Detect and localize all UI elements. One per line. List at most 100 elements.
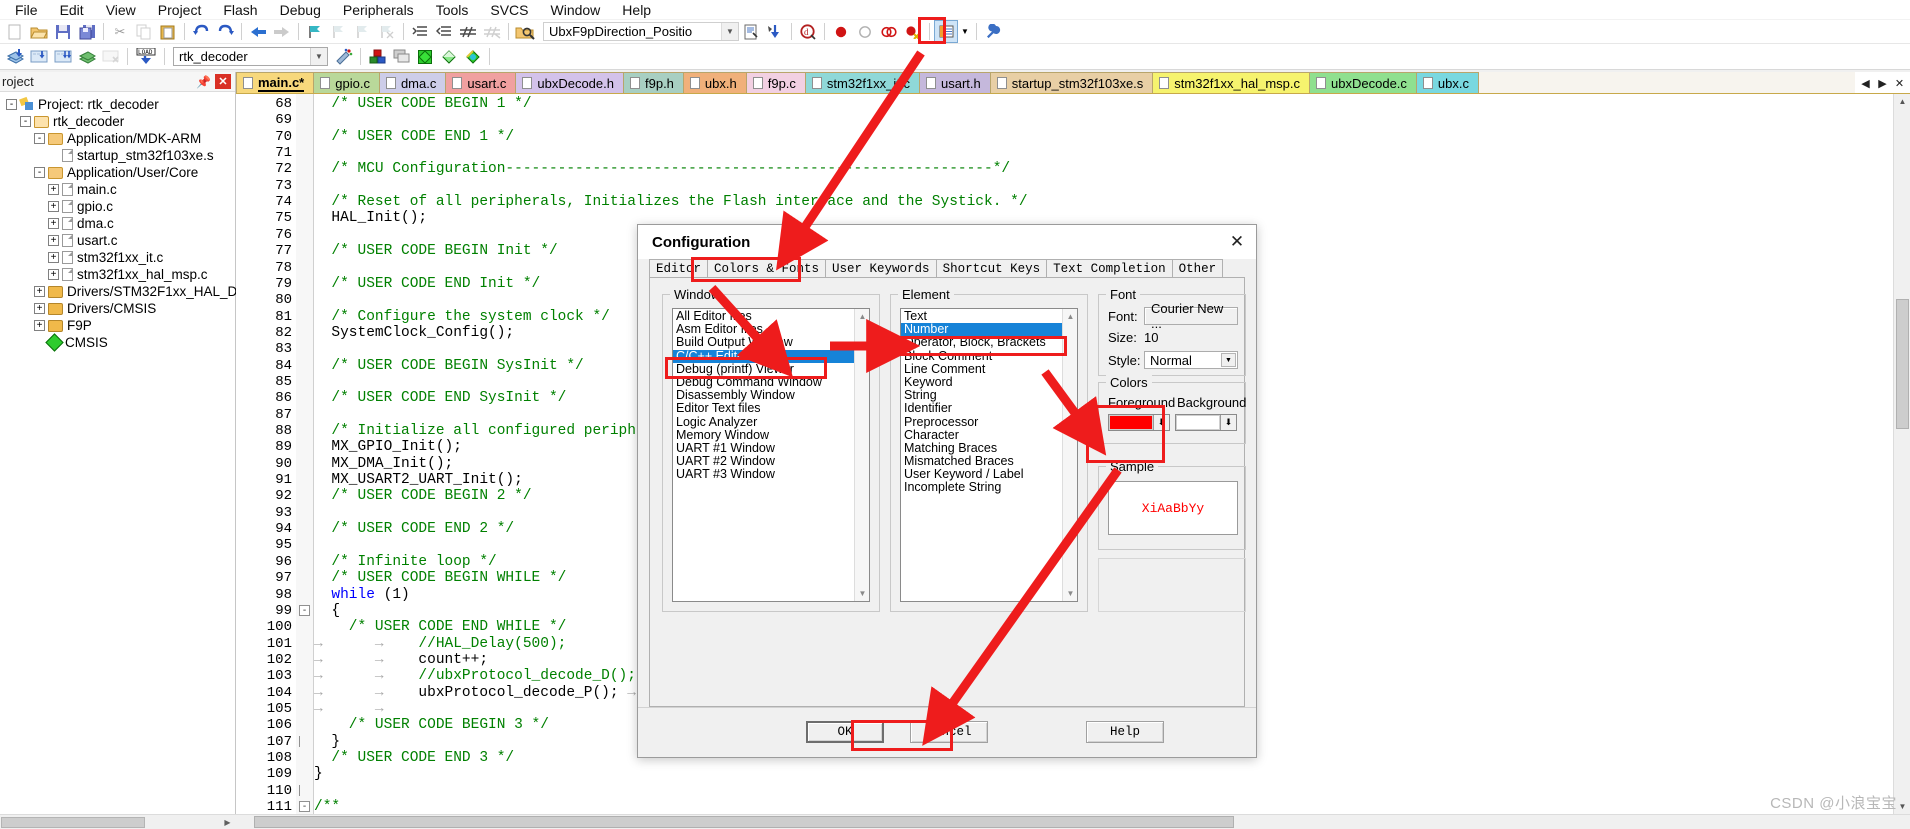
editor-tab[interactable]: f9p.h (623, 72, 684, 93)
chevron-down-icon[interactable]: ▼ (310, 48, 327, 65)
editor-tab[interactable]: usart.c (445, 72, 517, 93)
code-folding-column[interactable]: -- (296, 94, 314, 814)
menu-item-peripherals[interactable]: Peripherals (332, 0, 425, 20)
save-all-icon[interactable] (76, 21, 98, 42)
bookmark-toggle-icon[interactable] (304, 21, 326, 42)
dialog-tab[interactable]: Colors & Fonts (707, 259, 827, 278)
list-item[interactable]: Character (901, 428, 1062, 442)
fold-marker[interactable] (299, 735, 310, 747)
list-item[interactable]: Preprocessor (901, 415, 1062, 429)
tree-item[interactable]: CMSIS (2, 333, 235, 352)
tree-item[interactable]: startup_stm32f103xe.s (2, 147, 235, 164)
dialog-tab[interactable]: Editor (649, 259, 709, 278)
list-item[interactable]: Build Output Window (673, 336, 854, 349)
close-icon[interactable]: ✕ (215, 74, 231, 89)
undo-icon[interactable] (190, 21, 212, 42)
rebuild-icon[interactable] (52, 46, 74, 67)
manage-run-time-icon[interactable] (438, 46, 460, 67)
tree-item[interactable]: - Application/MDK-ARM (2, 130, 235, 147)
list-item[interactable]: Editor Text files (673, 402, 854, 415)
window-listbox-scrollbar[interactable]: ▲ ▼ (854, 309, 869, 601)
scroll-down-icon[interactable]: ▼ (856, 587, 869, 600)
tab-close-icon[interactable]: ✕ (1891, 74, 1908, 92)
cancel-button[interactable]: Cancel (910, 721, 988, 743)
menu-item-flash[interactable]: Flash (212, 0, 268, 20)
breakpoint-disable-icon[interactable] (854, 21, 876, 42)
dialog-tab[interactable]: User Keywords (825, 259, 937, 278)
scrollbar-thumb[interactable] (1896, 299, 1909, 429)
tree-expander[interactable]: + (48, 218, 59, 229)
select-software-packs-icon[interactable] (462, 46, 484, 67)
navigate-forward-icon[interactable] (271, 21, 293, 42)
breakpoint-icon[interactable] (830, 21, 852, 42)
chevron-down-icon[interactable]: ▼ (1221, 353, 1236, 367)
tree-expander[interactable]: - (20, 116, 31, 127)
project-pane-hscrollbar[interactable]: ◀ ▶ (0, 814, 236, 829)
uncomment-icon[interactable] (481, 21, 503, 42)
download-icon[interactable]: LOAD (133, 46, 159, 67)
editor-tab[interactable]: usart.h (919, 72, 991, 93)
list-item[interactable]: Block Comment (901, 349, 1062, 363)
tree-item[interactable]: - Application/User/Core (2, 164, 235, 181)
scroll-up-icon[interactable]: ▲ (1895, 94, 1910, 109)
fold-marker[interactable]: - (299, 604, 310, 616)
tree-expander[interactable]: + (48, 235, 59, 246)
save-icon[interactable] (52, 21, 74, 42)
menu-item-tools[interactable]: Tools (425, 0, 480, 20)
list-item[interactable]: Incomplete String (901, 481, 1062, 494)
outdent-icon[interactable] (433, 21, 455, 42)
dialog-tab[interactable]: Shortcut Keys (935, 259, 1048, 278)
fold-marker[interactable]: - (299, 801, 310, 813)
tree-item[interactable]: + F9P (2, 317, 235, 334)
target-options-icon[interactable] (333, 46, 355, 67)
menu-item-window[interactable]: Window (540, 0, 612, 20)
open-file-icon[interactable] (28, 21, 50, 42)
style-select[interactable]: Normal ▼ (1144, 351, 1238, 369)
browse-icon[interactable]: d (797, 21, 819, 42)
target-combo[interactable]: UbxF9pDirection_Positio ▼ (543, 22, 739, 41)
editor-tab[interactable]: ubx.h (682, 72, 747, 93)
tree-expander[interactable]: + (48, 201, 59, 212)
indent-icon[interactable] (409, 21, 431, 42)
menu-item-view[interactable]: View (95, 0, 147, 20)
menu-item-edit[interactable]: Edit (49, 0, 95, 20)
editor-tab[interactable]: ubx.c (1415, 72, 1479, 93)
foreground-color-picker[interactable]: ⬇ (1108, 414, 1170, 431)
window-manage-dropdown-icon[interactable]: ▼ (959, 21, 971, 42)
close-icon[interactable]: ✕ (1224, 230, 1250, 254)
menu-item-svcs[interactable]: SVCS (479, 0, 539, 20)
dialog-tab[interactable]: Other (1171, 259, 1224, 278)
menu-item-file[interactable]: File (4, 0, 49, 20)
scroll-up-icon[interactable]: ▲ (1064, 310, 1077, 323)
scroll-down-icon[interactable]: ▼ (1895, 799, 1910, 814)
editor-tab[interactable]: startup_stm32f103xe.s (989, 72, 1154, 93)
new-file-icon[interactable] (4, 21, 26, 42)
tab-scroll-left-icon[interactable]: ◀ (1857, 74, 1874, 92)
tree-item[interactable]: - Project: rtk_decoder (2, 96, 235, 113)
window-listbox[interactable]: All Editor files Asm Editor files Build Ou… (672, 308, 870, 602)
window-manage-icon[interactable] (934, 20, 958, 43)
chevron-down-icon[interactable]: ▼ (721, 23, 738, 40)
tab-scroll-right-icon[interactable]: ▶ (1874, 74, 1891, 92)
navigate-back-icon[interactable] (247, 21, 269, 42)
manage-project-items-icon[interactable] (366, 46, 388, 67)
background-color-picker[interactable]: ⬇ (1175, 414, 1237, 431)
tree-expander[interactable]: + (34, 286, 45, 297)
color-dropdown-icon[interactable]: ⬇ (1220, 415, 1236, 430)
element-listbox[interactable]: Text Number Operator, Block, Brackets Block… (900, 308, 1078, 602)
editor-tab[interactable]: main.c* (236, 72, 315, 93)
breakpoint-remove-icon[interactable] (902, 21, 924, 42)
editor-tab[interactable]: gpio.c (313, 72, 380, 93)
configuration-dialog[interactable]: Configuration ✕ Editor Colors & Fonts User… (637, 224, 1257, 758)
list-item[interactable]: Memory Window (673, 428, 854, 442)
menu-item-help[interactable]: Help (611, 0, 662, 20)
editor-tab[interactable]: stm32f1xx_it.c (804, 72, 921, 93)
tree-item[interactable]: + dma.c (2, 215, 235, 232)
editor-tab[interactable]: f9p.c (745, 72, 806, 93)
scroll-down-icon[interactable]: ▼ (1064, 587, 1077, 600)
list-item[interactable]: UART #3 Window (673, 468, 854, 481)
find-in-files-icon[interactable] (514, 21, 536, 42)
list-item[interactable]: Logic Analyzer (673, 415, 854, 429)
help-button[interactable]: Help (1086, 721, 1164, 743)
stop-build-icon[interactable] (100, 46, 122, 67)
